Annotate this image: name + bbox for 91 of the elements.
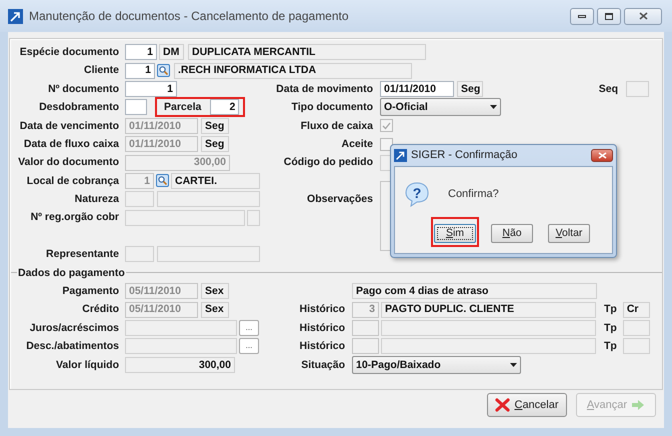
lookup-icon[interactable]	[157, 64, 170, 78]
input-field[interactable]	[125, 338, 237, 354]
field-label: Nº documento	[48, 84, 119, 94]
field-label: Crédito	[82, 304, 119, 315]
input-field[interactable]: 1	[125, 44, 157, 60]
field-label: Tp	[604, 304, 617, 315]
field-label: Nº reg.orgão cobr	[30, 212, 119, 223]
dialog-message: Confirma?	[448, 187, 499, 202]
dialog-button[interactable]: Voltar	[548, 224, 590, 243]
input-field[interactable]	[352, 338, 379, 354]
checkbox[interactable]	[380, 119, 393, 132]
text-field[interactable]	[381, 338, 596, 354]
text-field[interactable]: PAGTO DUPLIC. CLIENTE	[381, 302, 596, 318]
field-label: Tp	[604, 322, 617, 334]
field-label: Aceite	[341, 138, 373, 150]
checkbox[interactable]	[380, 138, 393, 151]
field-label: Histórico	[299, 304, 345, 315]
dialog-title: SIGER - Confirmação	[411, 148, 518, 164]
input-field[interactable]: 2	[210, 99, 240, 116]
field-label: Data de vencimento	[20, 120, 119, 131]
close-icon	[598, 152, 606, 159]
input-field[interactable]	[626, 80, 649, 97]
field-label: Data de fluxo caixa	[24, 138, 119, 150]
field-label: Parcela	[164, 102, 202, 113]
field-label: Código do pedido	[284, 157, 373, 168]
name-field[interactable]: .RECH INFORMATICA LTDA	[174, 62, 412, 79]
input-field[interactable]	[157, 246, 260, 262]
arrow-right-icon	[631, 399, 646, 411]
section-title: Dados do pagamento	[17, 268, 126, 278]
dialog-button[interactable]: Não	[491, 224, 533, 243]
field-label: Histórico	[299, 322, 345, 334]
maximize-button[interactable]	[597, 8, 621, 24]
field-label: Pagamento	[62, 286, 119, 297]
dialog-button[interactable]: Sim	[434, 224, 476, 243]
caret-icon	[490, 105, 497, 110]
input-field[interactable]: 01/11/2010	[380, 80, 454, 97]
tp-field[interactable]	[622, 320, 650, 336]
input-field[interactable]: 1	[125, 62, 155, 79]
field-label: Desdobramento	[39, 102, 119, 113]
input-field[interactable]	[352, 320, 379, 336]
field-label: Tp	[604, 341, 617, 352]
field-label: Cliente	[84, 65, 119, 76]
input-field[interactable]: 1	[125, 80, 177, 97]
input-field[interactable]	[125, 320, 237, 336]
input-field[interactable]: 300,00	[125, 356, 235, 373]
caret-icon	[510, 362, 517, 367]
lookup-icon[interactable]	[156, 174, 169, 188]
close-button[interactable]	[624, 8, 662, 24]
code-field[interactable]: DM	[159, 44, 184, 60]
field-label: Local de cobrança	[26, 176, 119, 186]
cancel-button[interactable]: Cancelar	[487, 393, 567, 417]
input-field[interactable]	[125, 191, 154, 208]
input-field[interactable]	[125, 210, 245, 226]
field-label: Tipo documento	[292, 102, 373, 113]
x-icon	[495, 398, 510, 412]
tp-field[interactable]: Cr	[622, 302, 650, 318]
window-title: Manutenção de documentos - Cancelamento de pagamento	[29, 8, 349, 25]
name-field[interactable]: DUPLICATA MERCANTIL	[188, 44, 426, 60]
note-field[interactable]: Pago com 4 dias de atraso	[352, 283, 597, 300]
question-icon: ?	[404, 181, 430, 207]
tp-field[interactable]	[622, 338, 650, 354]
field-label: Fluxo de caixa	[300, 120, 373, 131]
field-label: Espécie documento	[20, 46, 119, 58]
name-field[interactable]: CARTEI.	[171, 172, 260, 189]
checkmark-icon	[382, 122, 391, 130]
field-label: Data de movimento	[276, 84, 373, 94]
field-label: Juros/acréscimos	[30, 322, 119, 334]
dropdown[interactable]: 10-Pago/Baixado	[352, 356, 521, 374]
app-icon	[394, 149, 407, 162]
field-label: Observações	[307, 194, 373, 205]
field-label: Representante	[46, 249, 119, 260]
input-field[interactable]	[125, 246, 154, 262]
close-icon	[638, 12, 648, 20]
text-field[interactable]	[381, 320, 596, 336]
ellipsis-button[interactable]: ...	[239, 338, 259, 354]
field-label: Histórico	[299, 341, 345, 352]
input-field[interactable]	[157, 191, 260, 208]
field-label: Natureza	[74, 194, 119, 205]
app-icon	[8, 8, 23, 24]
weekday-field[interactable]: Seg	[457, 80, 483, 97]
field-label: Situação	[301, 360, 345, 370]
minimize-button[interactable]	[570, 8, 594, 24]
dropdown[interactable]: O-Oficial	[380, 98, 501, 116]
field-label: Desc./abatimentos	[26, 341, 119, 352]
field-label: Seq	[598, 84, 618, 94]
close-button[interactable]	[591, 149, 613, 162]
field-label: Valor líquido	[56, 360, 119, 370]
field-label: Valor do documento	[18, 157, 119, 168]
input-field[interactable]	[247, 210, 260, 226]
ellipsis-button[interactable]: ...	[239, 320, 259, 336]
input-field[interactable]	[125, 99, 147, 116]
